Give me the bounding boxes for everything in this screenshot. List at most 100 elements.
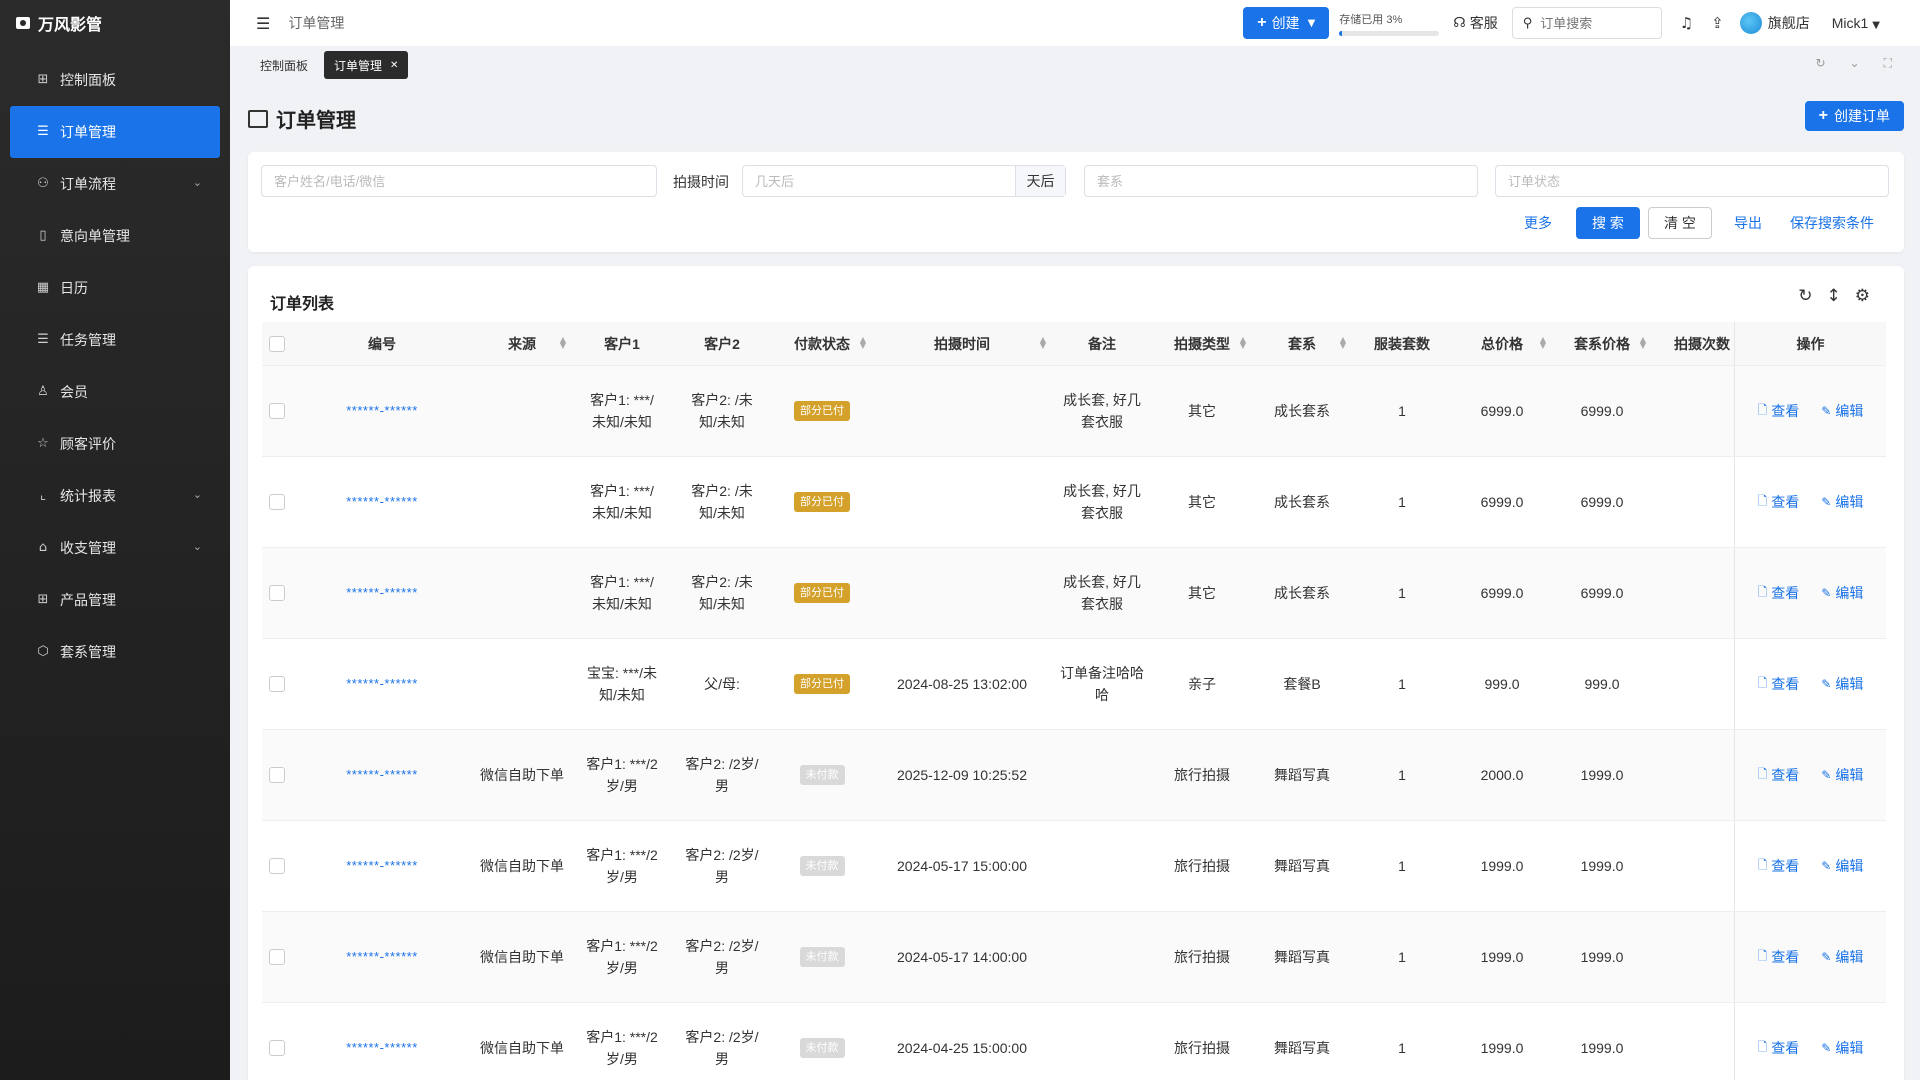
order-number-link[interactable]: ******-****** bbox=[346, 400, 418, 422]
sidebar-item[interactable]: ☰ 订单管理 bbox=[10, 106, 220, 158]
order-status-select[interactable] bbox=[1495, 165, 1889, 197]
days-after-field[interactable]: 天后 bbox=[742, 165, 1066, 197]
edit-button[interactable]: ✎ 编辑 bbox=[1821, 947, 1863, 967]
edit-button[interactable]: ✎ 编辑 bbox=[1821, 401, 1863, 421]
order-search-input[interactable] bbox=[1540, 15, 1641, 31]
more-filters-link[interactable]: 更多 bbox=[1524, 213, 1552, 233]
sidebar-item[interactable]: ⊞ 产品管理 bbox=[10, 574, 220, 626]
sidebar-item[interactable]: ♙ 会员 bbox=[10, 366, 220, 418]
package-input[interactable] bbox=[1085, 166, 1477, 196]
shoot-type-text: 旅行拍摄 bbox=[1174, 1040, 1230, 1056]
close-icon[interactable]: ✕ bbox=[390, 60, 398, 71]
sort-icon[interactable]: ▲ ▼ bbox=[1640, 335, 1646, 349]
refresh-icon[interactable]: ↻ bbox=[1798, 286, 1812, 306]
col-label: 服装套数 bbox=[1374, 335, 1430, 352]
row-checkbox[interactable] bbox=[269, 403, 285, 419]
customer-search-input[interactable] bbox=[262, 166, 656, 196]
col-shoot-time[interactable]: 拍摄时间 ▲ ▼ bbox=[872, 322, 1052, 366]
select-all-checkbox[interactable] bbox=[269, 335, 285, 352]
col-payment-status[interactable]: 付款状态 ▲ ▼ bbox=[772, 322, 872, 366]
days-after-input[interactable] bbox=[743, 166, 1013, 196]
days-suffix: 天后 bbox=[1015, 166, 1065, 196]
row-checkbox[interactable] bbox=[269, 767, 285, 783]
sidebar-item[interactable]: ☰ 任务管理 bbox=[10, 314, 220, 366]
order-number-link[interactable]: ******-****** bbox=[346, 582, 418, 604]
sidebar-item[interactable]: ⬡ 套系管理 bbox=[10, 626, 220, 678]
sort-icon[interactable]: ▲ ▼ bbox=[1540, 335, 1546, 349]
row-checkbox[interactable] bbox=[269, 676, 285, 692]
search-button[interactable]: 搜 索 bbox=[1576, 207, 1640, 239]
edit-button[interactable]: ✎ 编辑 bbox=[1821, 674, 1863, 694]
order-number-link[interactable]: ******-****** bbox=[346, 855, 418, 877]
sidebar-item[interactable]: ⊞ 控制面板 bbox=[10, 54, 220, 106]
edit-button[interactable]: ✎ 编辑 bbox=[1821, 856, 1863, 876]
order-number-link[interactable]: ******-****** bbox=[346, 946, 418, 968]
sort-icon[interactable]: ▲ ▼ bbox=[560, 335, 566, 349]
save-search-link[interactable]: 保存搜索条件 bbox=[1790, 213, 1874, 233]
edit-button[interactable]: ✎ 编辑 bbox=[1821, 583, 1863, 603]
package-select[interactable] bbox=[1084, 165, 1478, 197]
order-number-link[interactable]: ******-****** bbox=[346, 764, 418, 786]
view-button[interactable]: 🗋 查看 bbox=[1758, 583, 1800, 604]
refresh-icon[interactable]: ↻ bbox=[1815, 56, 1825, 71]
edit-button[interactable]: ✎ 编辑 bbox=[1821, 765, 1863, 785]
tab-orders[interactable]: 订单管理 ✕ bbox=[324, 51, 409, 79]
store-switcher[interactable]: 旗舰店 bbox=[1739, 12, 1810, 34]
col-total-price[interactable]: 总价格 ▲ ▼ bbox=[1452, 322, 1552, 366]
sidebar-item[interactable]: ☆ 顾客评价 bbox=[10, 418, 220, 470]
cell-order-no: ******-****** bbox=[292, 730, 472, 820]
cell-shoot-type: 其它 bbox=[1152, 366, 1252, 456]
user-menu[interactable]: Mick1 ▼ bbox=[1832, 15, 1880, 31]
upload-icon[interactable]: ⇪ bbox=[1711, 14, 1724, 32]
create-button[interactable]: + 创建 ▼ bbox=[1243, 7, 1330, 39]
view-button[interactable]: 🗋 查看 bbox=[1758, 401, 1800, 422]
edit-button[interactable]: ✎ 编辑 bbox=[1821, 492, 1863, 512]
fullscreen-icon[interactable]: ⛶ bbox=[1884, 56, 1892, 71]
order-search[interactable]: ⚲ bbox=[1511, 7, 1662, 39]
customer-service-button[interactable]: ☊ 客服 bbox=[1453, 13, 1497, 33]
row-checkbox[interactable] bbox=[269, 858, 285, 874]
edit-icon: ✎ bbox=[1821, 950, 1832, 964]
col-package-price[interactable]: 套系价格 ▲ ▼ bbox=[1552, 322, 1652, 366]
clear-button[interactable]: 清 空 bbox=[1648, 207, 1712, 239]
export-link[interactable]: 导出 bbox=[1734, 213, 1762, 233]
order-number-link[interactable]: ******-****** bbox=[346, 491, 418, 513]
sidebar-item[interactable]: ⌂ 收支管理 ⌄ bbox=[10, 522, 220, 574]
view-button[interactable]: 🗋 查看 bbox=[1758, 856, 1800, 877]
sort-icon[interactable]: ▲ ▼ bbox=[1040, 335, 1046, 349]
col-shoot-type[interactable]: 拍摄类型 ▲ ▼ bbox=[1152, 322, 1252, 366]
brand[interactable]: 万风影管 bbox=[0, 0, 230, 46]
sort-icon[interactable]: ▲ ▼ bbox=[1240, 335, 1246, 349]
customer-search-field[interactable] bbox=[261, 165, 657, 197]
sort-icon[interactable]: ▲ ▼ bbox=[860, 335, 866, 349]
col-source[interactable]: 来源 ▲ ▼ bbox=[472, 322, 572, 366]
order-number-link[interactable]: ******-****** bbox=[346, 673, 418, 695]
edit-button[interactable]: ✎ 编辑 bbox=[1821, 1038, 1863, 1058]
column-height-icon[interactable]: ↕ bbox=[1827, 286, 1841, 306]
sort-icon[interactable]: ▲ ▼ bbox=[1340, 335, 1346, 349]
menu-toggle-icon[interactable]: ☰ bbox=[256, 14, 270, 33]
sidebar-item[interactable]: ⚇ 订单流程 ⌄ bbox=[10, 158, 220, 210]
view-button[interactable]: 🗋 查看 bbox=[1758, 1038, 1800, 1059]
create-order-button[interactable]: + 创建订单 bbox=[1804, 101, 1904, 131]
row-checkbox[interactable] bbox=[269, 949, 285, 965]
tab-dashboard[interactable]: 控制面板 bbox=[250, 51, 319, 79]
sidebar-item[interactable]: ▦ 日历 bbox=[10, 262, 220, 314]
settings-icon[interactable]: ⚙ bbox=[1855, 286, 1870, 306]
row-checkbox[interactable] bbox=[269, 494, 285, 510]
star-icon: ☆ bbox=[37, 436, 49, 451]
view-button[interactable]: 🗋 查看 bbox=[1758, 674, 1800, 695]
view-button[interactable]: 🗋 查看 bbox=[1758, 492, 1800, 513]
sidebar-item-label: 意向单管理 bbox=[60, 228, 130, 244]
order-status-input[interactable] bbox=[1496, 166, 1888, 196]
view-button[interactable]: 🗋 查看 bbox=[1758, 947, 1800, 968]
order-number-link[interactable]: ******-****** bbox=[346, 1037, 418, 1059]
view-button[interactable]: 🗋 查看 bbox=[1758, 765, 1800, 786]
row-checkbox[interactable] bbox=[269, 1040, 285, 1056]
sidebar-item[interactable]: ▯ 意向单管理 bbox=[10, 210, 220, 262]
sidebar-item[interactable]: ⌞ 统计报表 ⌄ bbox=[10, 470, 220, 522]
chevron-down-icon[interactable]: ⌄ bbox=[1850, 56, 1860, 71]
row-checkbox[interactable] bbox=[269, 585, 285, 601]
bell-icon[interactable]: ♫ bbox=[1680, 14, 1693, 32]
col-package[interactable]: 套系 ▲ ▼ bbox=[1252, 322, 1352, 366]
